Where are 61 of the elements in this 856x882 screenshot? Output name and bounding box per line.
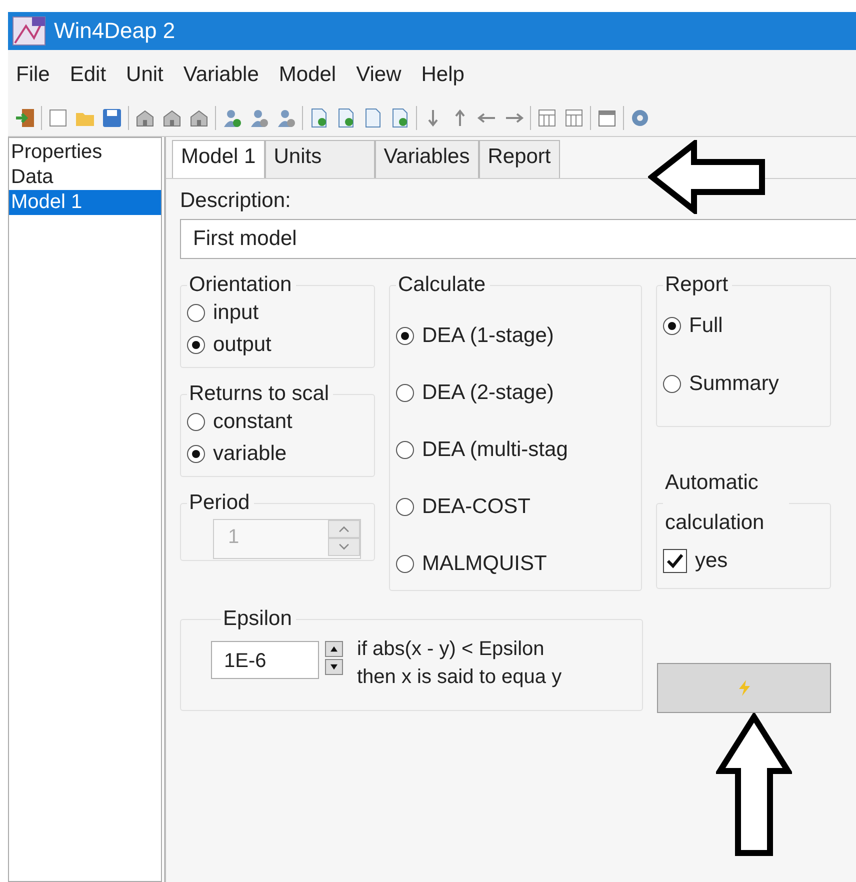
radio-option[interactable]: DEA (1-stage) bbox=[396, 307, 633, 364]
group-title: Period bbox=[188, 491, 251, 515]
tab[interactable]: Model 1 bbox=[172, 140, 265, 178]
radio-option[interactable]: DEA (multi-stag bbox=[396, 421, 633, 478]
radio-button[interactable] bbox=[663, 317, 681, 335]
exit-icon[interactable] bbox=[14, 107, 36, 129]
new-file-icon[interactable] bbox=[47, 107, 69, 129]
menu-item[interactable]: File bbox=[8, 63, 62, 87]
radio-button[interactable] bbox=[187, 304, 205, 322]
tab[interactable]: Report bbox=[478, 140, 560, 178]
app-icon bbox=[12, 16, 46, 46]
radio-button[interactable] bbox=[187, 445, 205, 463]
radio-option[interactable]: DEA (2-stage) bbox=[396, 364, 633, 421]
radio-option[interactable]: DEA-COST bbox=[396, 478, 633, 535]
radio-option[interactable]: output bbox=[187, 329, 366, 361]
grid-icon[interactable] bbox=[563, 107, 585, 129]
description-field[interactable]: First model bbox=[180, 219, 856, 259]
checkbox-option[interactable]: yes bbox=[663, 543, 822, 579]
tab[interactable]: Variables bbox=[374, 140, 479, 178]
user-add-icon[interactable] bbox=[221, 107, 243, 129]
radio-button[interactable] bbox=[396, 440, 414, 458]
sidebar-item[interactable]: Properties bbox=[9, 140, 161, 165]
group-title: Report bbox=[664, 273, 730, 297]
sidebar-item[interactable]: Data bbox=[9, 165, 161, 190]
radio-option[interactable]: Full bbox=[663, 297, 822, 355]
radio-option[interactable]: variable bbox=[187, 438, 366, 470]
radio-option[interactable]: Summary bbox=[663, 355, 822, 413]
spin-up-icon[interactable] bbox=[325, 641, 343, 657]
save-icon[interactable] bbox=[101, 107, 123, 129]
group-title: Calculate bbox=[397, 273, 487, 297]
radio-option[interactable]: input bbox=[187, 297, 366, 329]
window-title: Win4Deap 2 bbox=[54, 18, 176, 44]
radio-button[interactable] bbox=[663, 375, 681, 393]
radio-option[interactable]: MALMQUIST bbox=[396, 535, 633, 592]
group-title: Epsilon bbox=[222, 607, 293, 631]
radio-button[interactable] bbox=[396, 554, 414, 572]
menu-item[interactable]: Model bbox=[270, 63, 348, 87]
hint-text: if abs(x - y) < Epsilon bbox=[357, 637, 546, 662]
group-title: Orientation bbox=[188, 273, 293, 297]
menu-item[interactable]: Help bbox=[413, 63, 476, 87]
radio-button[interactable] bbox=[396, 326, 414, 344]
menu-item[interactable]: Variable bbox=[175, 63, 271, 87]
radio-option[interactable]: constant bbox=[187, 406, 366, 438]
checkbox[interactable] bbox=[663, 549, 687, 573]
menu-item[interactable]: Unit bbox=[118, 63, 176, 87]
hint-text: then x is said to equa y bbox=[357, 665, 562, 690]
radio-button[interactable] bbox=[187, 413, 205, 431]
calculate-button[interactable] bbox=[657, 663, 831, 713]
settings-icon[interactable] bbox=[629, 107, 651, 129]
spin-down-icon[interactable] bbox=[325, 659, 343, 675]
radio-button[interactable] bbox=[396, 384, 414, 402]
tab[interactable]: Units bbox=[264, 140, 375, 178]
table-icon[interactable] bbox=[536, 107, 558, 129]
radio-button[interactable] bbox=[396, 498, 414, 516]
menu-item[interactable]: Edit bbox=[62, 63, 118, 87]
radio-button[interactable] bbox=[187, 336, 205, 354]
menu-item[interactable]: View bbox=[348, 63, 414, 87]
group-title: Returns to scal bbox=[188, 382, 330, 406]
sidebar-item[interactable]: Model 1 bbox=[9, 190, 161, 215]
epsilon-field[interactable]: 1E-6 bbox=[211, 641, 319, 679]
description-label: Description: bbox=[180, 189, 292, 213]
